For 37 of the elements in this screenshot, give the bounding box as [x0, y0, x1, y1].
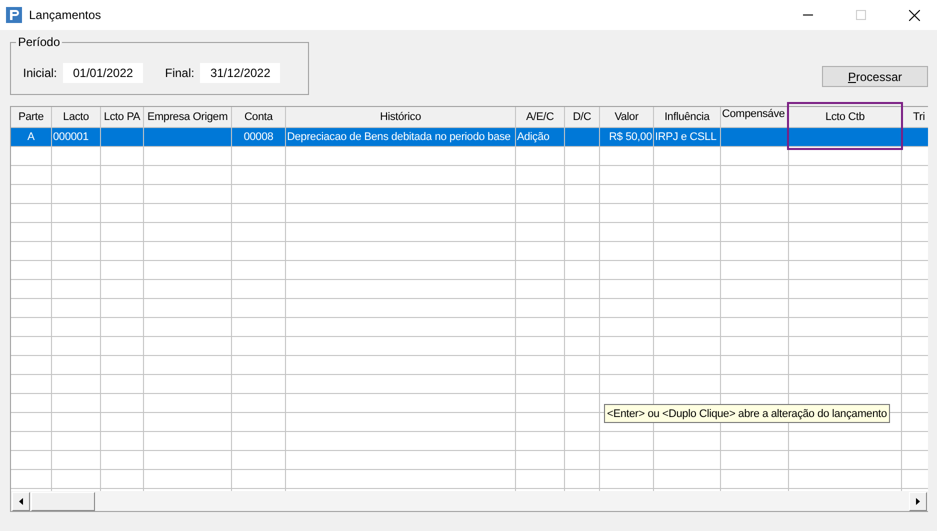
scrollbar-thumb[interactable] [31, 492, 95, 511]
field-label: Final: [165, 66, 194, 80]
table-cell: 00008 [232, 128, 286, 146]
table-cell: R$ 50,00 [600, 128, 654, 146]
close-icon [908, 10, 920, 20]
column-header[interactable]: Valor [600, 107, 654, 127]
group-legend: Período [16, 35, 62, 49]
column-header[interactable]: Lacto [52, 107, 101, 127]
table-row[interactable]: A 000001 00008 Depreciacao de Bens debitada no periodo base Adição R$ 50,00 IRPJ e CSLL [11, 128, 928, 147]
table-cell: A [11, 128, 52, 146]
app-logo-icon [6, 7, 22, 23]
column-header[interactable]: Empresa Origem [144, 107, 232, 127]
table-cell: Adição [516, 128, 565, 146]
right-arrow-icon [916, 498, 920, 505]
column-header[interactable]: Parte [11, 107, 52, 127]
column-header[interactable]: Conta [232, 107, 286, 127]
field-label: Inicial: [23, 66, 58, 80]
column-header[interactable]: Influência [654, 107, 721, 127]
column-header[interactable]: Histórico [286, 107, 516, 127]
column-header[interactable]: Lcto PA [101, 107, 144, 127]
table-cell: 000001 [52, 128, 101, 146]
column-header[interactable]: Lcto Ctb [789, 107, 902, 127]
column-header[interactable]: Tri [902, 107, 928, 127]
column-header[interactable]: D/C [565, 107, 600, 127]
left-arrow-icon [19, 498, 23, 505]
table-cell: IRPJ e CSLL [654, 128, 721, 146]
scroll-left-button[interactable] [12, 492, 30, 511]
column-header[interactable]: A/E/C [516, 107, 565, 127]
tooltip: <Enter> ou <Duplo Clique> abre a alteração do lançamento [604, 404, 890, 423]
process-button[interactable]: Processar [822, 66, 928, 87]
maximize-icon [856, 10, 866, 20]
date-field[interactable]: 31/12/2022 [200, 62, 280, 82]
scroll-right-button[interactable] [909, 492, 927, 511]
column-header[interactable]: Compensáve [721, 107, 789, 127]
table-cell: Depreciacao de Bens debitada no periodo base [286, 128, 516, 146]
window-title: Lançamentos [29, 8, 102, 22]
date-field[interactable]: 01/01/2022 [63, 62, 144, 82]
